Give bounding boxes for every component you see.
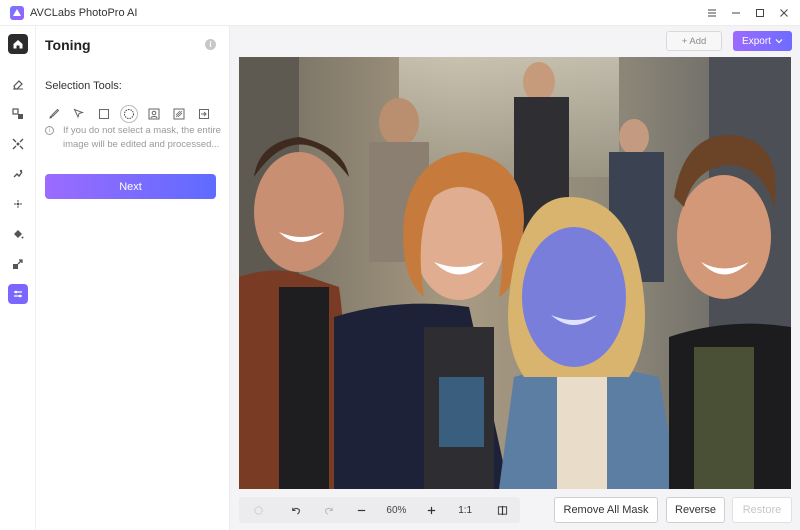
restore-button[interactable]: Restore [732,497,792,523]
brush-icon[interactable] [45,105,63,123]
eraser-icon[interactable] [8,74,28,94]
auto-select-icon[interactable] [170,105,188,123]
portrait-icon[interactable] [145,105,163,123]
undo-icon[interactable] [279,497,313,523]
window-controls [704,0,792,26]
toning-icon[interactable] [8,284,28,304]
export-button[interactable]: Export [733,31,792,51]
add-button[interactable]: + Add [666,31,722,51]
fan-icon[interactable] [8,194,28,214]
zoom-toolbar: 60% 1:1 [239,497,520,523]
toning-panel: Toning i Selection Tools: i If you do no… [36,26,230,530]
photo-canvas[interactable] [239,57,791,489]
reset-icon[interactable] [239,497,279,523]
selection-hint: If you do not select a mask, the entire … [63,125,221,150]
minimize-icon[interactable] [728,5,744,21]
paint-bucket-icon[interactable] [8,224,28,244]
tool-rail [0,26,36,530]
lasso-icon[interactable] [70,105,88,123]
zoom-in-icon[interactable] [416,497,446,523]
remove-all-mask-button[interactable]: Remove All Mask [554,497,658,523]
reverse-button[interactable]: Reverse [666,497,725,523]
zoom-value: 60% [386,504,407,516]
app-logo [10,5,24,20]
title-bar: AVCLabs PhotoPro AI [0,0,800,26]
panel-title: Toning [45,37,91,53]
info-icon[interactable]: i [205,39,216,50]
hint-info-icon: i [45,126,54,135]
zoom-out-icon[interactable] [347,497,377,523]
selection-tools-label: Selection Tools: [45,80,122,92]
home-icon[interactable] [8,34,28,54]
compare-icon[interactable] [484,497,520,523]
group-photo [239,57,791,489]
import-mask-icon[interactable] [195,105,213,123]
export-label: Export [742,35,771,47]
app-title: AVCLabs PhotoPro AI [30,6,138,19]
rectangle-icon[interactable] [95,105,113,123]
selection-tools [45,105,213,123]
maximize-icon[interactable] [752,5,768,21]
actual-size-label: 1:1 [458,504,473,516]
actual-size-button[interactable]: 1:1 [446,497,484,523]
expand-icon[interactable] [8,134,28,154]
menu-icon[interactable] [704,5,720,21]
close-icon[interactable] [776,5,792,21]
chevron-down-icon [775,39,783,44]
canvas-area: + Add Export 60% 1:1 Remove All Mask Rev… [230,26,800,530]
next-button[interactable]: Next [45,174,216,199]
upscale-icon[interactable] [8,254,28,274]
redo-icon[interactable] [313,497,347,523]
replace-icon[interactable] [8,104,28,124]
ellipse-icon[interactable] [120,105,138,123]
colorize-icon[interactable] [8,164,28,184]
